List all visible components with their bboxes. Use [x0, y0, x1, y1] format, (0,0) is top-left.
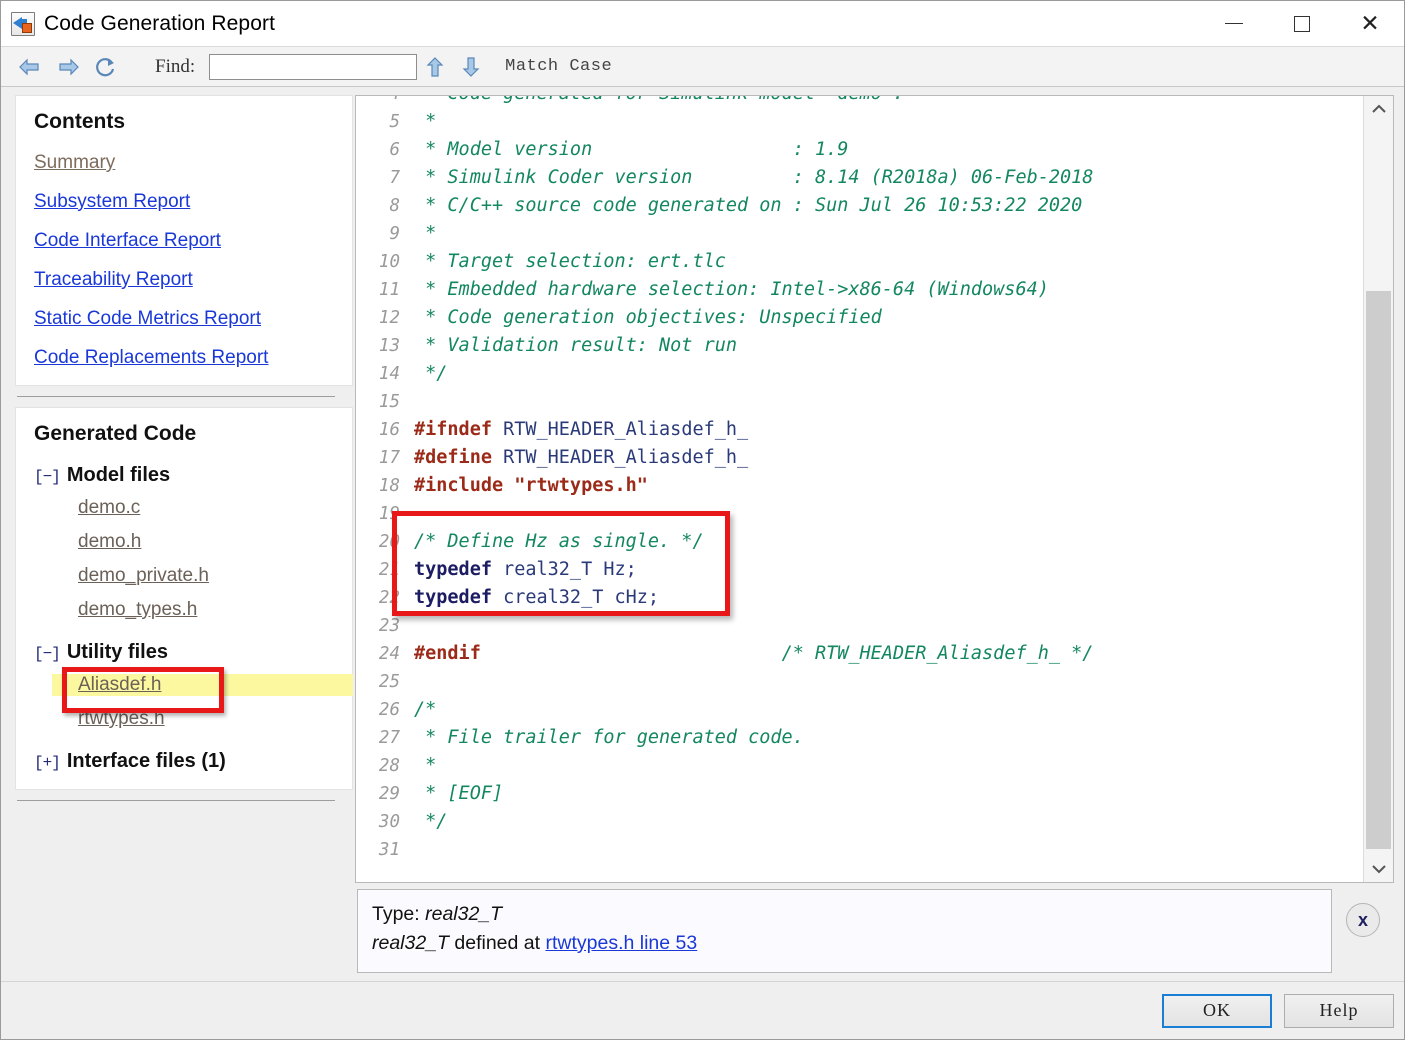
- match-case-label[interactable]: Match Case: [505, 57, 612, 76]
- sidebar-divider-bottom: [17, 800, 335, 801]
- scroll-down-icon[interactable]: [1364, 856, 1393, 882]
- code-vertical-scrollbar[interactable]: [1363, 96, 1393, 882]
- title-bar: Code Generation Report ✕: [1, 1, 1404, 47]
- file-link-demo-private-h[interactable]: demo_private.h: [78, 565, 209, 587]
- info-panel-row: Type: real32_T real32_T defined at rtwty…: [355, 883, 1394, 973]
- contents-title: Contents: [34, 110, 125, 133]
- info-type-value: real32_T: [425, 903, 503, 925]
- selected-file-row: Aliasdef.h: [52, 667, 353, 713]
- code-generation-report-window: Code Generation Report ✕ Find: Match Cas…: [0, 0, 1405, 1040]
- help-button[interactable]: Help: [1284, 993, 1394, 1028]
- matlab-report-icon: [11, 11, 35, 36]
- code-viewer: 4 * Code generated for Simulink model 'd…: [355, 95, 1394, 883]
- generated-code-title: Generated Code: [34, 422, 197, 445]
- main-body: Contents Summary Subsystem Report Code I…: [1, 87, 1404, 981]
- info-def-prefix: real32_T: [372, 932, 449, 954]
- tree-group-label-utility-files: Utility files: [66, 641, 168, 663]
- maximize-icon: [1294, 15, 1310, 32]
- sidebar-item-code-interface-report[interactable]: Code Interface Report: [34, 230, 221, 252]
- window-controls: ✕: [1200, 1, 1404, 46]
- ok-button[interactable]: OK: [1162, 993, 1272, 1028]
- type-info-panel: Type: real32_T real32_T defined at rtwty…: [357, 889, 1332, 973]
- tree-group-model-files: [−] Model files: [34, 464, 334, 487]
- collapse-toggle-utility-files[interactable]: [−]: [34, 645, 61, 663]
- generated-code-panel: Generated Code [−] Model files demo.c de…: [15, 407, 353, 790]
- sidebar-item-traceability-report[interactable]: Traceability Report: [34, 269, 193, 291]
- close-button[interactable]: ✕: [1336, 1, 1404, 46]
- find-next-icon[interactable]: [453, 52, 489, 82]
- dialog-footer: OK Help: [1, 981, 1404, 1039]
- expand-toggle-interface-files[interactable]: [+]: [34, 754, 61, 772]
- collapse-toggle-model-files[interactable]: [−]: [34, 468, 61, 486]
- close-info-panel-button[interactable]: x: [1346, 903, 1380, 937]
- tree-group-utility-files: [−] Utility files: [34, 641, 334, 664]
- sidebar: Contents Summary Subsystem Report Code I…: [1, 87, 353, 981]
- find-label: Find:: [155, 55, 196, 77]
- maximize-button[interactable]: [1268, 1, 1336, 46]
- source-code: 4 * Code generated for Simulink model 'd…: [378, 96, 1094, 860]
- sidebar-divider-top: [17, 396, 335, 397]
- scrollbar-thumb[interactable]: [1366, 290, 1391, 849]
- contents-panel: Contents Summary Subsystem Report Code I…: [15, 95, 353, 386]
- close-icon: ✕: [1360, 10, 1380, 36]
- info-line-definition: real32_T defined at rtwtypes.h line 53: [372, 929, 1317, 958]
- minimize-button[interactable]: [1200, 1, 1268, 46]
- info-def-middle: defined at: [448, 932, 546, 954]
- sidebar-item-subsystem-report[interactable]: Subsystem Report: [34, 191, 190, 213]
- tree-group-label-model-files: Model files: [66, 464, 171, 486]
- find-toolbar: Find: Match Case: [1, 47, 1404, 87]
- back-arrow-icon[interactable]: [13, 52, 47, 82]
- info-line-type: Type: real32_T: [372, 900, 1317, 929]
- file-link-demo-h[interactable]: demo.h: [78, 531, 141, 553]
- sidebar-item-summary[interactable]: Summary: [34, 152, 115, 174]
- tree-group-label-interface-files: Interface files (1): [66, 750, 226, 772]
- minimize-icon: [1225, 22, 1243, 25]
- sidebar-item-code-replacements-report[interactable]: Code Replacements Report: [34, 347, 268, 369]
- window-title: Code Generation Report: [44, 11, 276, 35]
- code-scroll-area[interactable]: 4 * Code generated for Simulink model 'd…: [356, 96, 1363, 882]
- find-previous-icon[interactable]: [417, 52, 453, 82]
- file-link-aliasdef-h[interactable]: Aliasdef.h: [78, 674, 161, 696]
- search-input[interactable]: [209, 53, 418, 80]
- code-column: 4 * Code generated for Simulink model 'd…: [353, 87, 1404, 981]
- refresh-icon[interactable]: [89, 52, 123, 82]
- sidebar-item-static-code-metrics-report[interactable]: Static Code Metrics Report: [34, 308, 261, 330]
- scrollbar-track[interactable]: [1364, 122, 1393, 856]
- file-link-rtwtypes-h[interactable]: rtwtypes.h: [78, 708, 165, 730]
- info-type-label: Type:: [372, 903, 426, 925]
- tree-group-interface-files: [+] Interface files (1): [34, 750, 334, 773]
- scroll-up-icon[interactable]: [1364, 96, 1393, 122]
- file-link-demo-c[interactable]: demo.c: [78, 497, 140, 519]
- forward-arrow-icon[interactable]: [51, 52, 85, 82]
- file-link-demo-types-h[interactable]: demo_types.h: [78, 599, 197, 621]
- info-def-link[interactable]: rtwtypes.h line 53: [545, 932, 697, 954]
